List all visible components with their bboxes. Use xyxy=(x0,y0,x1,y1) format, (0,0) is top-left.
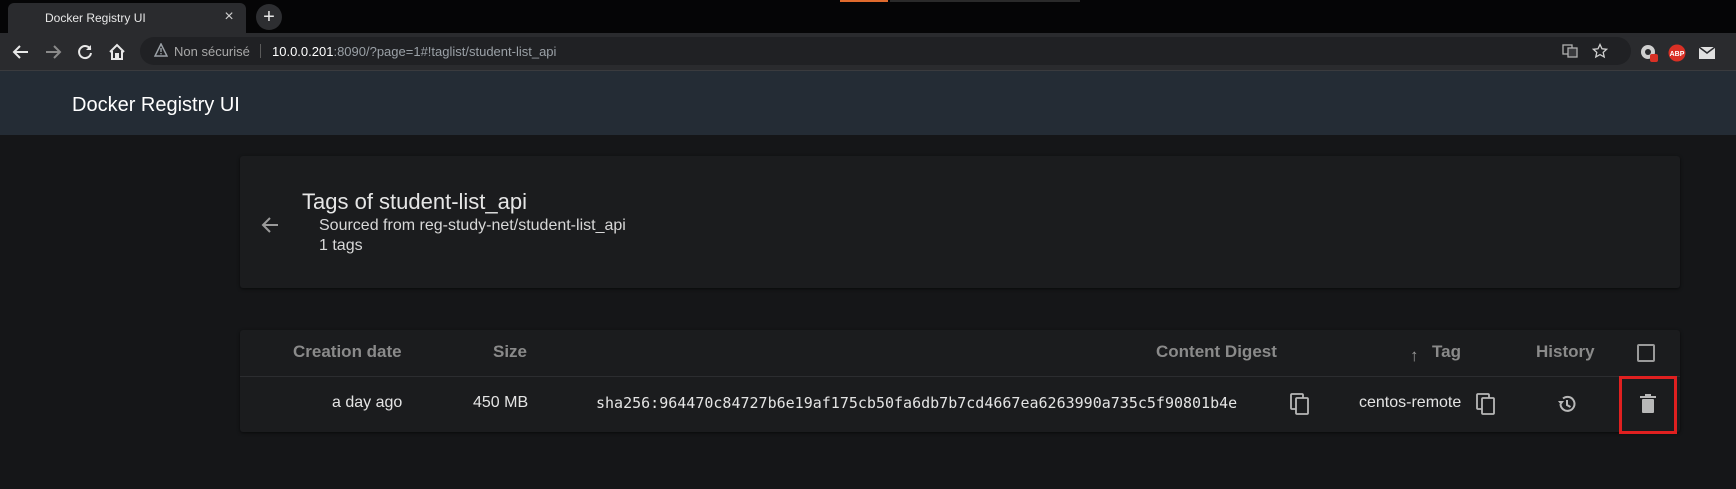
browser-tab-strip: Docker Registry UI × + xyxy=(0,0,1736,33)
tag-count: 1 tags xyxy=(319,237,363,254)
home-icon[interactable] xyxy=(104,39,130,65)
url-text: 10.0.0.201:8090/?page=1#!taglist/student… xyxy=(272,44,556,59)
header-divider xyxy=(240,376,1680,377)
address-separator xyxy=(260,44,261,58)
tab-accent-line xyxy=(840,0,888,2)
new-tab-button[interactable]: + xyxy=(256,4,282,30)
browser-tab[interactable]: Docker Registry UI × xyxy=(8,3,246,33)
column-header-history: History xyxy=(1536,342,1595,361)
browser-toolbar: Non sécurisé 10.0.0.201:8090/?page=1#!ta… xyxy=(0,33,1736,71)
tags-table xyxy=(240,330,1680,432)
extension-icon[interactable] xyxy=(1640,44,1658,62)
forward-arrow-icon[interactable] xyxy=(40,39,66,65)
cell-creation-date: a day ago xyxy=(332,394,403,411)
column-header-content-digest[interactable]: Content Digest xyxy=(1156,342,1277,362)
delete-highlight-box xyxy=(1619,376,1677,434)
cell-digest: sha256:964470c84727b6e19af175cb50fa6db7b… xyxy=(596,394,1238,412)
app-header: Docker Registry UI xyxy=(0,71,1736,135)
adblock-icon[interactable]: ABP xyxy=(1668,44,1686,62)
tab-close-icon[interactable]: × xyxy=(220,8,238,26)
copy-digest-icon[interactable] xyxy=(1288,392,1312,416)
back-arrow-icon[interactable] xyxy=(8,39,34,65)
cell-size: 450 MB xyxy=(473,394,529,411)
source-subtitle: Sourced from reg-study-net/student-list_… xyxy=(319,217,626,234)
back-arrow-icon[interactable] xyxy=(255,210,285,240)
reload-icon[interactable] xyxy=(72,39,98,65)
page-title: Tags of student-list_api xyxy=(302,189,528,214)
mail-icon[interactable] xyxy=(1698,44,1716,62)
app-title[interactable]: Docker Registry UI xyxy=(72,94,240,117)
sort-arrow-icon[interactable]: ↑ xyxy=(1410,346,1419,366)
star-icon[interactable] xyxy=(1591,42,1609,59)
select-all-checkbox[interactable] xyxy=(1637,344,1655,362)
column-header-tag[interactable]: Tag xyxy=(1432,342,1461,362)
url-path: :8090/?page=1#!taglist/student-list_api xyxy=(333,44,557,59)
address-bar[interactable]: Non sécurisé 10.0.0.201:8090/?page=1#!ta… xyxy=(140,37,1631,65)
url-host: 10.0.0.201 xyxy=(272,44,334,59)
tab-divider-line xyxy=(890,0,1080,2)
tab-title: Docker Registry UI xyxy=(45,11,146,25)
column-header-creation-date[interactable]: Creation date xyxy=(293,342,402,362)
translate-icon[interactable] xyxy=(1562,43,1578,59)
history-icon[interactable] xyxy=(1555,392,1579,416)
svg-text:ABP: ABP xyxy=(1670,51,1685,58)
copy-tag-icon[interactable] xyxy=(1474,392,1498,416)
security-label: Non sécurisé xyxy=(174,44,250,59)
warning-icon[interactable] xyxy=(153,42,169,62)
column-header-size[interactable]: Size xyxy=(493,342,527,362)
cell-tag: centos-remote xyxy=(1359,394,1462,411)
